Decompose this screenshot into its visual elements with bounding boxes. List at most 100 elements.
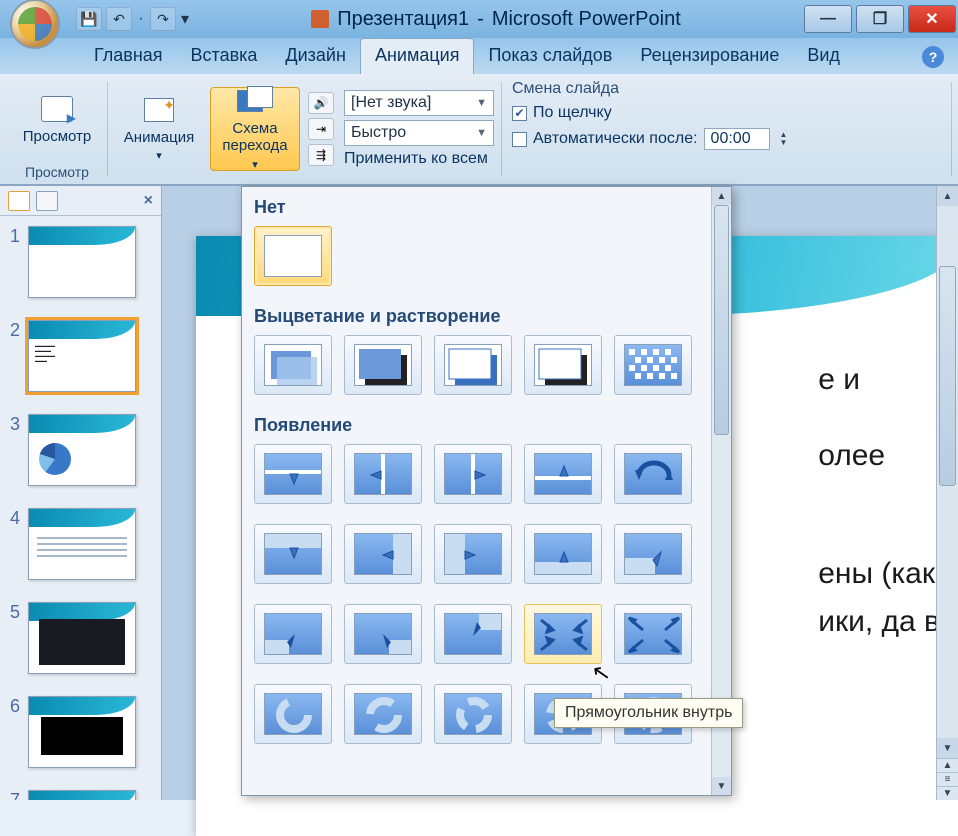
- ribbon-tabs: Главная Вставка Дизайн Анимация Показ сл…: [0, 38, 958, 74]
- titlebar: 💾 ↶ · ↷ ▾ Презентация1 - Microsoft Power…: [0, 0, 958, 38]
- scroll-down-icon[interactable]: ▼: [712, 777, 731, 795]
- apply-to-all-button[interactable]: Применить ко всем: [344, 150, 494, 168]
- transition-wipe-down[interactable]: [254, 444, 332, 504]
- transition-wheel-2[interactable]: [344, 684, 422, 744]
- transition-box-out[interactable]: [614, 604, 692, 664]
- checkbox-icon: [512, 132, 527, 147]
- transition-speed-combo[interactable]: Быстро▼: [344, 120, 494, 146]
- transition-box-2[interactable]: [344, 604, 422, 664]
- tab-slideshow[interactable]: Показ слайдов: [474, 39, 626, 74]
- tab-home[interactable]: Главная: [80, 39, 177, 74]
- spin-down-icon[interactable]: ▼: [780, 139, 788, 147]
- transition-wipe-up[interactable]: [524, 444, 602, 504]
- thumb-row[interactable]: 5: [6, 602, 155, 674]
- transition-box-1[interactable]: [254, 604, 332, 664]
- thumb-row[interactable]: 1: [6, 226, 155, 298]
- outline-tab[interactable]: [36, 191, 58, 211]
- slide-body-text: е и олее ены (как ики, да в: [818, 356, 940, 646]
- tab-insert[interactable]: Вставка: [177, 39, 272, 74]
- transition-box-in[interactable]: [524, 604, 602, 664]
- transition-sound-combo[interactable]: [Нет звука]▼: [344, 90, 494, 116]
- minimize-button[interactable]: —: [804, 5, 852, 33]
- auto-after-time[interactable]: 00:00: [704, 128, 770, 150]
- checkbox-icon: ✔: [512, 106, 527, 121]
- scroll-track[interactable]: [712, 205, 731, 777]
- transition-uncover-up[interactable]: [524, 524, 602, 584]
- transition-wipe-right[interactable]: [434, 444, 512, 504]
- transition-uncover-right[interactable]: [434, 524, 512, 584]
- help-icon[interactable]: ?: [922, 46, 944, 68]
- transition-uncover-down[interactable]: [254, 524, 332, 584]
- sound-value: [Нет звука]: [351, 94, 431, 112]
- transition-wipe-left[interactable]: [344, 444, 422, 504]
- preview-button[interactable]: Просмотр: [12, 78, 102, 162]
- scroll-up-icon[interactable]: ▲: [712, 187, 731, 205]
- qat-dropdown-icon[interactable]: ▾: [180, 9, 190, 29]
- tab-design[interactable]: Дизайн: [271, 39, 360, 74]
- scroll-up-icon[interactable]: ▲: [937, 186, 958, 206]
- transition-none[interactable]: [254, 226, 332, 286]
- nav-menu-icon[interactable]: ≡: [937, 772, 958, 786]
- custom-animation-button[interactable]: Анимация: [114, 87, 204, 171]
- sound-icon[interactable]: 🔊: [308, 92, 334, 114]
- slide-thumb-3[interactable]: [28, 414, 136, 486]
- time-spinner[interactable]: ▲▼: [780, 131, 788, 147]
- thumb-row[interactable]: 7: [6, 790, 155, 800]
- speed-value: Быстро: [351, 124, 406, 142]
- close-button[interactable]: ✕: [908, 5, 956, 33]
- maximize-button[interactable]: ❐: [856, 5, 904, 33]
- scroll-thumb[interactable]: [714, 205, 729, 435]
- ribbon: Просмотр Просмотр Анимация Схема переход…: [0, 74, 958, 186]
- transition-uncover-left[interactable]: [344, 524, 422, 584]
- transition-fade-3[interactable]: [434, 335, 512, 395]
- tab-view[interactable]: Вид: [793, 39, 854, 74]
- undo-icon[interactable]: ↶: [106, 7, 132, 31]
- slide-thumb-4[interactable]: [28, 508, 136, 580]
- slide-thumb-6[interactable]: [28, 696, 136, 768]
- transition-label: Схема перехода: [215, 120, 295, 155]
- slide-thumb-2[interactable]: ▬▬▬▬▬▬▬▬▬▬▬▬▬▬▬▬▬: [28, 320, 136, 392]
- slide-thumb-5[interactable]: [28, 602, 136, 674]
- slide-thumb-1[interactable]: [28, 226, 136, 298]
- thumb-num: 4: [6, 508, 20, 529]
- thumb-row[interactable]: 4: [6, 508, 155, 580]
- transition-uncover-diag[interactable]: [614, 524, 692, 584]
- speed-icon[interactable]: ⇥: [308, 118, 334, 140]
- transition-icon: [237, 86, 273, 116]
- transition-wipe-rotate[interactable]: [614, 444, 692, 504]
- transition-dissolve[interactable]: [614, 335, 692, 395]
- pane-close-icon[interactable]: ×: [144, 192, 153, 210]
- transition-extras: 🔊 ⇥ ⇶: [306, 88, 336, 170]
- preview-icon: [41, 96, 73, 122]
- slides-tab[interactable]: [8, 191, 30, 211]
- on-click-label: По щелчку: [533, 104, 612, 122]
- transition-fade-1[interactable]: [254, 335, 332, 395]
- scroll-down-icon[interactable]: ▼: [937, 738, 958, 758]
- thumb-row[interactable]: 2▬▬▬▬▬▬▬▬▬▬▬▬▬▬▬▬▬: [6, 320, 155, 392]
- next-slide-icon[interactable]: ▼: [937, 786, 958, 800]
- scroll-track[interactable]: [937, 206, 958, 738]
- prev-slide-icon[interactable]: ▲: [937, 758, 958, 772]
- tab-review[interactable]: Рецензирование: [626, 39, 793, 74]
- transition-fade-4[interactable]: [524, 335, 602, 395]
- transition-wheel-1[interactable]: [254, 684, 332, 744]
- transition-scheme-button[interactable]: Схема перехода: [210, 87, 300, 171]
- tab-animations[interactable]: Анимация: [360, 38, 475, 74]
- apply-all-icon[interactable]: ⇶: [308, 144, 334, 166]
- thumb-row[interactable]: 6: [6, 696, 155, 768]
- transition-fade-2[interactable]: [344, 335, 422, 395]
- thumb-row[interactable]: 3: [6, 414, 155, 486]
- redo-icon[interactable]: ↷: [150, 7, 176, 31]
- transition-box-3[interactable]: [434, 604, 512, 664]
- on-click-checkbox[interactable]: ✔ По щелчку: [512, 104, 787, 122]
- transition-wheel-3[interactable]: [434, 684, 512, 744]
- group-preview-label: Просмотр: [25, 162, 89, 182]
- gallery-cat-wipe: Появление: [254, 409, 703, 438]
- scroll-thumb[interactable]: [939, 266, 956, 486]
- title-dash: -: [477, 8, 484, 31]
- save-icon[interactable]: 💾: [76, 7, 102, 31]
- slide-thumb-7[interactable]: [28, 790, 136, 800]
- auto-after-checkbox[interactable]: Автоматически после: 00:00 ▲▼: [512, 128, 787, 150]
- editor-scrollbar[interactable]: ▲ ▼ ▲ ≡ ▼: [936, 186, 958, 800]
- office-button[interactable]: [10, 0, 60, 49]
